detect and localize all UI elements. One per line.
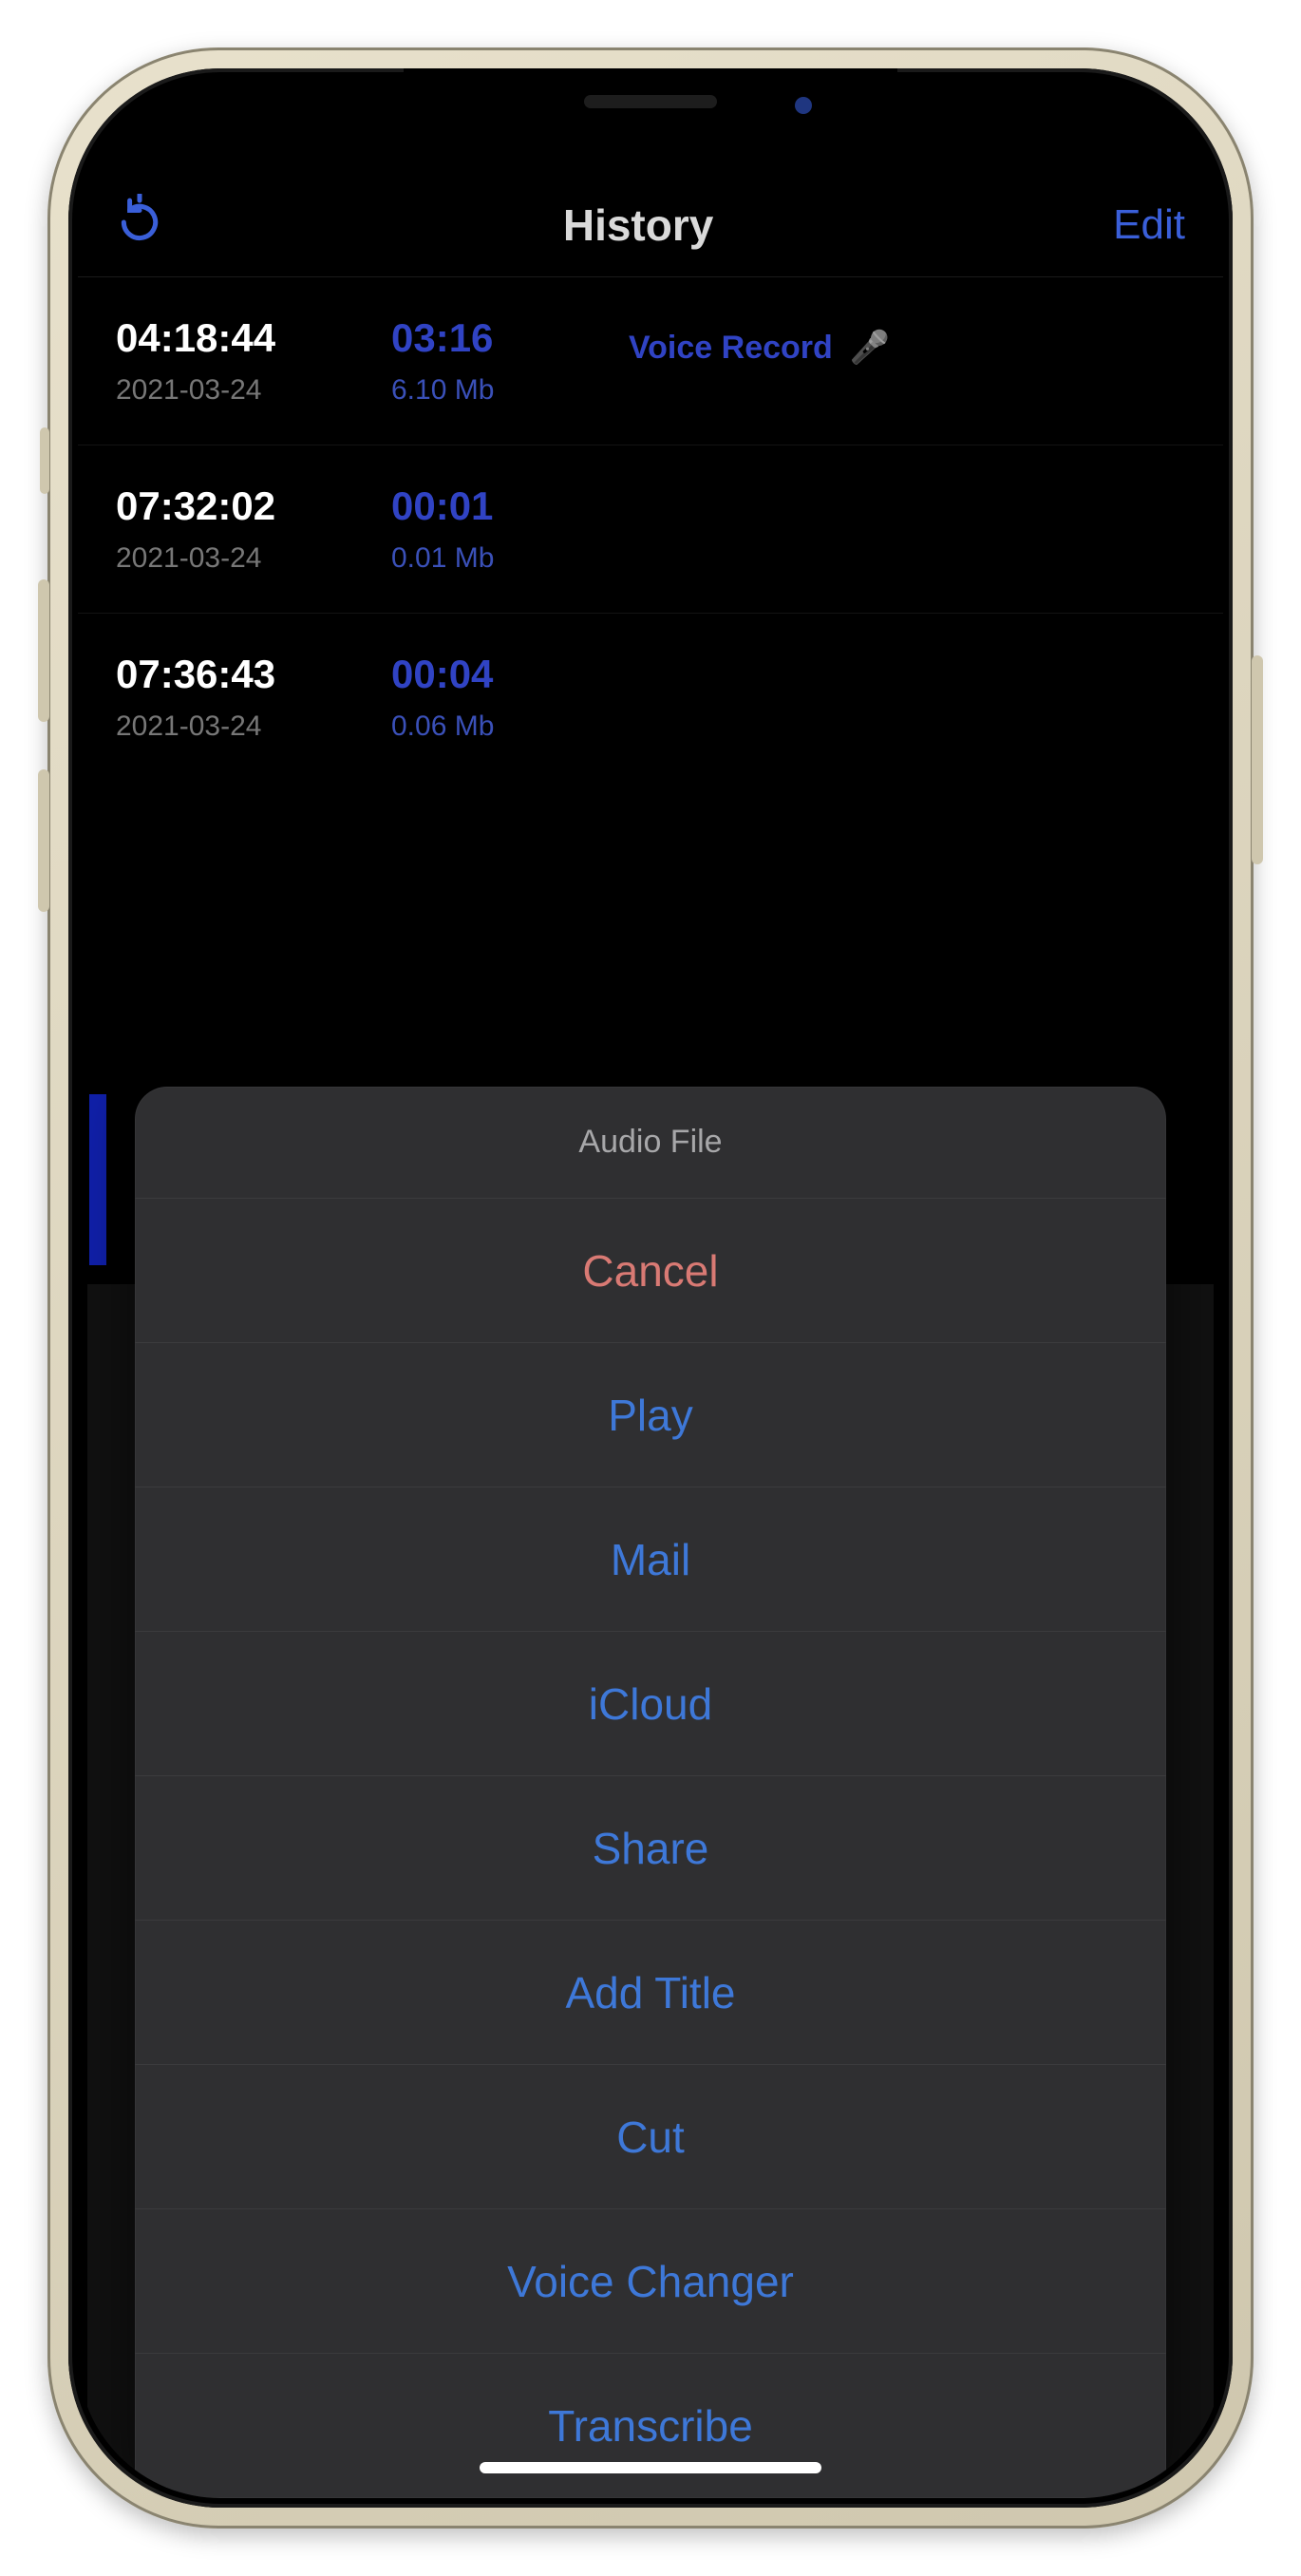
recording-row[interactable]: 04:18:44 2021-03-24 03:16 6.10 Mb Voice … [78, 277, 1223, 445]
row-duration: 00:01 [391, 483, 572, 529]
volume-up-button[interactable] [38, 579, 49, 722]
volume-down-button[interactable] [38, 769, 49, 912]
row-size: 6.10 Mb [391, 374, 572, 407]
sheet-item-add-title[interactable]: Add Title [135, 1921, 1166, 2065]
row-duration: 03:16 [391, 315, 572, 361]
row-size: 0.06 Mb [391, 710, 572, 743]
home-indicator[interactable] [480, 2462, 821, 2473]
selection-indicator [89, 1094, 106, 1265]
action-sheet: Audio File Cancel Play Mail iCloud Share… [135, 1087, 1166, 2498]
row-time: 07:32:02 [116, 483, 334, 529]
sheet-cancel-button[interactable]: Cancel [135, 1199, 1166, 1343]
nav-bar: History Edit [78, 173, 1223, 277]
recording-row[interactable]: 07:32:02 2021-03-24 00:01 0.01 Mb [78, 445, 1223, 614]
sheet-item-transcribe[interactable]: Transcribe [135, 2354, 1166, 2498]
sheet-item-cut[interactable]: Cut [135, 2065, 1166, 2209]
speaker-grille [584, 95, 717, 108]
sheet-item-play[interactable]: Play [135, 1343, 1166, 1487]
edit-button[interactable]: Edit [1113, 201, 1185, 249]
microphone-icon: 🎤 [850, 329, 890, 367]
sheet-item-icloud[interactable]: iCloud [135, 1632, 1166, 1776]
sheet-item-voice-changer[interactable]: Voice Changer [135, 2209, 1166, 2354]
sheet-item-mail[interactable]: Mail [135, 1487, 1166, 1632]
power-button[interactable] [1252, 655, 1263, 864]
page-title: History [563, 199, 713, 251]
sheet-item-share[interactable]: Share [135, 1776, 1166, 1921]
mute-switch[interactable] [40, 427, 49, 494]
row-date: 2021-03-24 [116, 710, 334, 743]
sheet-title: Audio File [135, 1087, 1166, 1199]
notch [404, 68, 897, 142]
sensor-dot [795, 97, 812, 114]
recording-row[interactable]: 07:36:43 2021-03-24 00:04 0.06 Mb [78, 614, 1223, 781]
row-date: 2021-03-24 [116, 542, 334, 575]
row-date: 2021-03-24 [116, 374, 334, 407]
row-duration: 00:04 [391, 652, 572, 697]
row-time: 07:36:43 [116, 652, 334, 697]
refresh-button[interactable] [116, 194, 163, 256]
row-title: Voice Record [629, 330, 833, 367]
device-frame: History Edit 04:18:44 2021-03-24 03:16 6… [47, 47, 1254, 2529]
row-size: 0.01 Mb [391, 542, 572, 575]
row-time: 04:18:44 [116, 315, 334, 361]
